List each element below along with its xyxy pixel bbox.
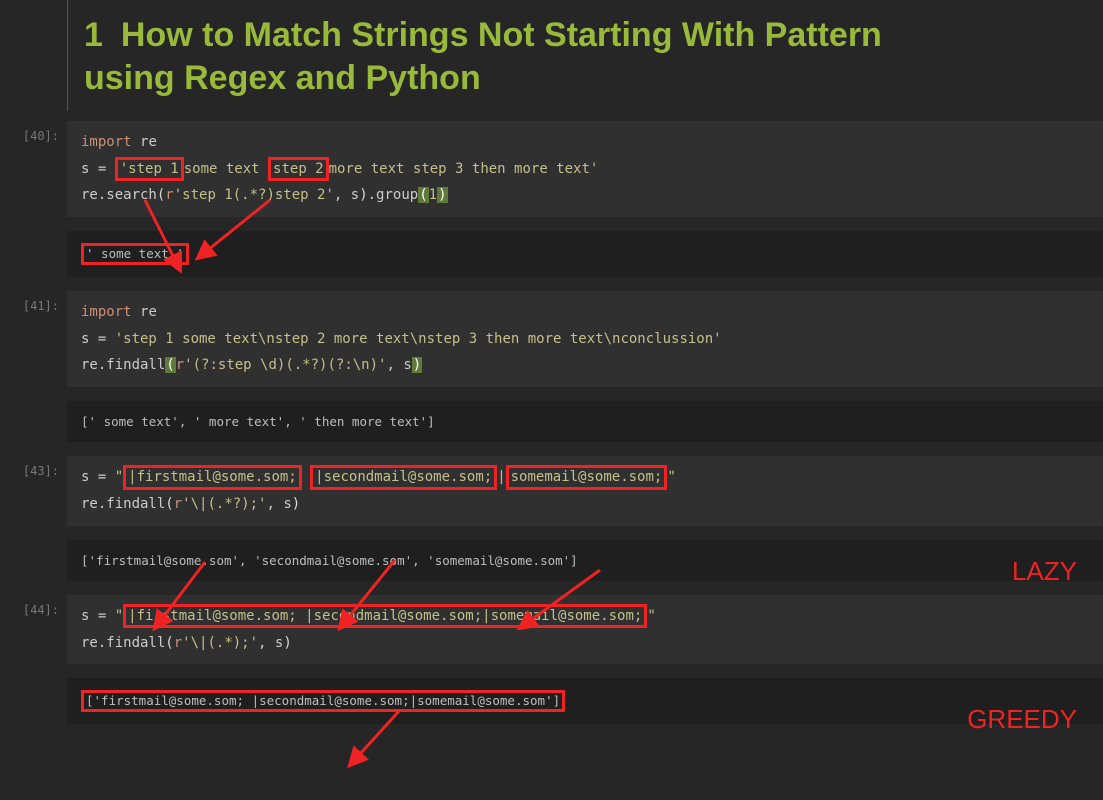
cell-prompt: [44]: xyxy=(0,595,67,724)
cell-output: [' some text', ' more text', ' then more… xyxy=(67,401,1103,443)
code-input[interactable]: import re s = 'step 1 some text\nstep 2 … xyxy=(67,291,1103,387)
highlight-box: 'step 1 xyxy=(115,157,184,181)
highlight-box: step 2 xyxy=(268,157,329,181)
highlight-box: somemail@some.som; xyxy=(506,465,668,489)
heading-divider xyxy=(67,0,68,111)
cell-output: ' some text ' xyxy=(67,231,1103,277)
highlight-box: ' some text ' xyxy=(81,243,189,265)
cell-output: ['firstmail@some.som; |secondmail@some.s… xyxy=(67,678,1103,724)
code-cell-44: [44]: s = "|firstmail@some.som; |secondm… xyxy=(0,595,1103,724)
code-cell-41: [41]: import re s = 'step 1 some text\ns… xyxy=(0,291,1103,456)
cell-output: ['firstmail@some.som', 'secondmail@some.… xyxy=(67,540,1103,582)
highlight-box: |firstmail@some.som; xyxy=(123,465,302,489)
highlight-box: ['firstmail@some.som; |secondmail@some.s… xyxy=(81,690,565,712)
cell-prompt: [41]: xyxy=(0,291,67,456)
code-input[interactable]: s = "|firstmail@some.som; |secondmail@so… xyxy=(67,595,1103,664)
markdown-heading-cell: 1How to Match Strings Not Starting With … xyxy=(0,0,1103,121)
cell-prompt: [43]: xyxy=(0,456,67,595)
label-lazy: LAZY xyxy=(1012,556,1077,587)
code-input[interactable]: import re s = 'step 1 some text step 2 m… xyxy=(67,121,1103,217)
highlight-box: |firstmail@some.som; |secondmail@some.so… xyxy=(123,604,647,628)
code-cell-43: [43]: s = "|firstmail@some.som; |secondm… xyxy=(0,456,1103,595)
code-cell-40: [40]: import re s = 'step 1 some text st… xyxy=(0,121,1103,291)
cell-prompt: [40]: xyxy=(0,121,67,291)
highlight-box: |secondmail@some.som; xyxy=(310,465,497,489)
page-title: 1How to Match Strings Not Starting With … xyxy=(84,14,964,99)
label-greedy: GREEDY xyxy=(967,704,1077,735)
code-input[interactable]: s = "|firstmail@some.som; |secondmail@so… xyxy=(67,456,1103,525)
